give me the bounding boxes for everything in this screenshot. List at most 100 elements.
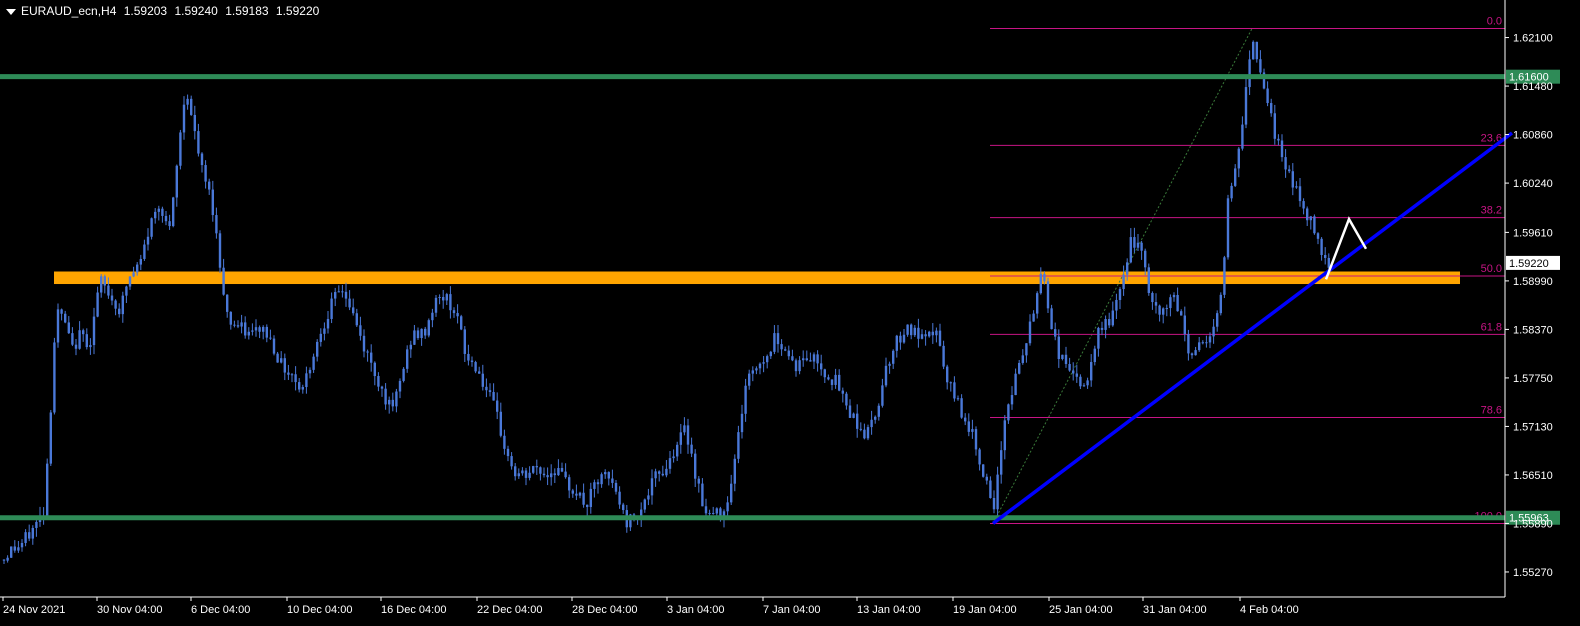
candle-body [704, 506, 708, 514]
candle-body [1046, 281, 1050, 309]
candle-body [1144, 250, 1147, 268]
candle-body [726, 502, 729, 512]
x-tick-label: 25 Jan 04:00 [1049, 604, 1113, 616]
candle-body [989, 480, 992, 499]
candle-body [377, 376, 380, 387]
candle-body [161, 208, 164, 216]
candle-body [222, 267, 225, 295]
candle-body [1295, 186, 1298, 188]
candle-body [1028, 321, 1032, 344]
candle-body [1212, 326, 1215, 337]
candle-body [17, 547, 20, 551]
candle-body [823, 369, 826, 378]
candle-body [496, 400, 499, 412]
candle-body [524, 470, 528, 478]
price-chart[interactable]: 0.023.638.250.061.878.6100.0 1.616001.55… [0, 0, 1580, 626]
candle-body [902, 334, 906, 343]
candle-body [614, 482, 618, 492]
candle-body [622, 504, 625, 511]
candle-body [136, 264, 139, 273]
candle-body [337, 291, 340, 293]
candle-body [406, 349, 409, 369]
candle-body [373, 362, 376, 377]
candle-body [132, 272, 135, 277]
candle-body [676, 444, 679, 457]
candle-body [330, 298, 333, 319]
candle-body [1050, 308, 1053, 330]
candle-body [1039, 273, 1042, 294]
candle-body [1108, 319, 1111, 326]
candle-body [474, 362, 477, 372]
candle-body [604, 472, 607, 475]
candle-body [1104, 319, 1107, 330]
candle-body [366, 351, 369, 353]
candle-body [906, 324, 909, 335]
candle-body [985, 476, 988, 481]
candle-body [1273, 113, 1276, 139]
candle-body [708, 513, 711, 515]
candle-body [1079, 376, 1082, 387]
candle-body [1223, 257, 1226, 295]
price-zone-rect[interactable] [54, 271, 1460, 285]
candle-body [647, 495, 650, 500]
candle-body [1136, 242, 1140, 248]
candle-body [1176, 294, 1179, 312]
candle-body [780, 344, 783, 350]
candle-body [553, 473, 556, 476]
candle-body [737, 432, 740, 459]
candle-body [798, 360, 801, 372]
candle-body [776, 333, 780, 345]
candle-body [1252, 41, 1255, 60]
candle-body [938, 330, 942, 346]
candle-body [1198, 342, 1201, 351]
y-tick-label: 1.57130 [1513, 421, 1553, 433]
candle-body [506, 448, 510, 457]
candle-body [1172, 294, 1176, 298]
candle-body [730, 483, 733, 503]
x-tick-label: 31 Jan 04:00 [1143, 604, 1207, 616]
candle-body [348, 298, 351, 308]
candle-body [157, 208, 160, 212]
candle-body [856, 413, 859, 429]
candle-body [298, 382, 301, 390]
candle-body [672, 456, 675, 459]
candle-body [643, 499, 646, 510]
symbol-label: EURAUD_ecn,H4 [21, 4, 117, 18]
dropdown-triangle-icon[interactable] [6, 8, 16, 15]
candle-body [6, 557, 9, 561]
candle-body [877, 405, 880, 417]
y-tick-label: 1.62100 [1513, 33, 1553, 45]
y-tick-label: 1.56510 [1513, 470, 1553, 482]
candle-body [1000, 450, 1003, 475]
x-tick-label: 22 Dec 04:00 [477, 604, 542, 616]
candle-body [870, 419, 873, 428]
candle-body [582, 492, 585, 505]
candle-body [294, 374, 297, 383]
candle-body [236, 325, 240, 327]
candle-body [1165, 308, 1168, 310]
x-tick-label: 6 Dec 04:00 [191, 604, 250, 616]
candle-body [773, 333, 776, 352]
candle-body [1234, 168, 1237, 186]
y-tick-label: 1.55270 [1513, 567, 1553, 579]
candle-body [172, 197, 175, 227]
fibo-level-label: 0.0 [1487, 16, 1502, 28]
candle-body [1090, 362, 1093, 381]
candle-body [24, 532, 27, 543]
candle-body [78, 330, 81, 349]
candle-body [733, 458, 736, 484]
candle-body [190, 98, 193, 115]
x-tick-label: 10 Dec 04:00 [287, 604, 352, 616]
candle-body [110, 295, 114, 301]
candle-body [1313, 216, 1316, 234]
candle-body [2, 559, 6, 561]
candle-body [715, 508, 718, 514]
candle-body [118, 308, 121, 315]
candle-body [1284, 157, 1287, 170]
candle-body [150, 218, 153, 237]
candle-body [262, 326, 265, 332]
x-tick-label: 28 Dec 04:00 [572, 604, 637, 616]
candle-body [1255, 41, 1258, 60]
candle-body [449, 294, 452, 311]
candle-body [568, 477, 571, 491]
